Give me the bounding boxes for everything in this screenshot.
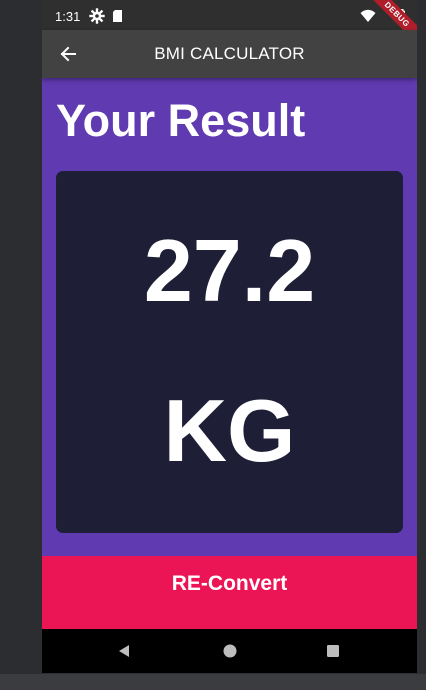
- app-bar: BMI CALCULATOR: [42, 30, 417, 78]
- result-value: 27.2: [143, 221, 316, 320]
- result-heading: Your Result: [56, 95, 306, 146]
- reconvert-label: RE-Convert: [171, 572, 288, 595]
- nav-recents-icon[interactable]: [323, 641, 343, 661]
- app-title: BMI CALCULATOR: [154, 44, 305, 63]
- status-time: 1:31: [55, 9, 81, 24]
- result-card: 27.2 KG: [56, 171, 403, 533]
- emulator-bottom-edge: [0, 674, 426, 690]
- nav-back-icon[interactable]: [114, 641, 134, 661]
- sd-card-icon: [110, 8, 126, 24]
- result-unit: KG: [163, 381, 296, 480]
- emulator-frame: 1:31 DEBUG BMI CALCULATOR Your Result 27…: [0, 0, 426, 690]
- result-page: Your Result 27.2 KG: [42, 78, 417, 556]
- phone-screen: 1:31 DEBUG BMI CALCULATOR Your Result 27…: [42, 0, 417, 673]
- nav-home-icon[interactable]: [220, 641, 240, 661]
- wifi-icon: [360, 8, 376, 24]
- system-nav-bar: [42, 629, 417, 673]
- status-bar: 1:31 DEBUG: [42, 0, 417, 52]
- gear-icon: [89, 8, 105, 24]
- reconvert-button[interactable]: RE-Convert: [42, 556, 417, 629]
